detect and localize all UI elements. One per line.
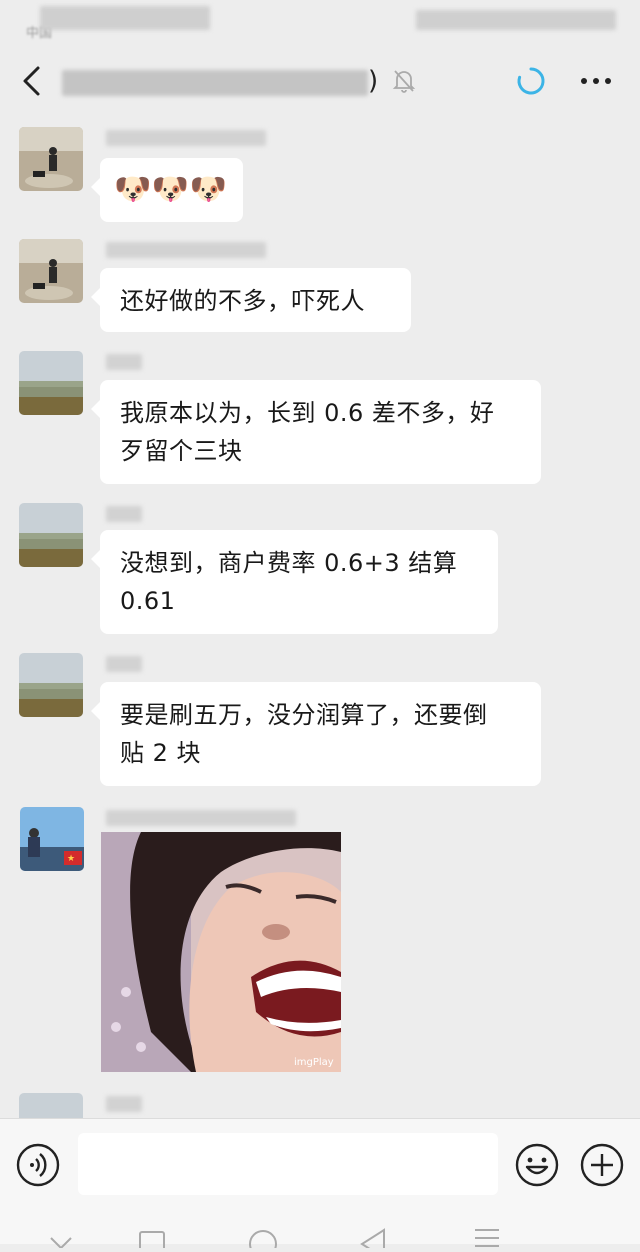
message-item: 还好做的不多，吓死人 — [0, 230, 640, 340]
nickname — [106, 354, 142, 370]
avatar[interactable] — [19, 127, 83, 191]
message-bubble[interactable]: 我原本以为，长到 0.6 差不多，好 歹留个三块 — [91, 380, 541, 484]
input-bar — [0, 1118, 640, 1205]
chat-title-suffix: ) — [368, 66, 379, 96]
message-line: 没想到，商户费率 0.6+3 结算 — [120, 549, 458, 577]
chevron-left-icon — [23, 66, 40, 96]
message-line: 我原本以为，长到 0.6 差不多，好 — [120, 399, 495, 427]
message-item — [0, 1084, 640, 1118]
message-text: 还好做的不多，吓死人 — [120, 287, 365, 315]
voice-button[interactable] — [16, 1143, 60, 1187]
message-bubble[interactable]: 🐶🐶🐶 — [91, 158, 243, 222]
more-dots-icon — [581, 78, 611, 84]
loading-spinner-icon[interactable] — [516, 66, 546, 96]
message-line: 要是刷五万，没分润算了，还要倒 — [120, 701, 488, 729]
nav-menu-button[interactable] — [472, 1224, 502, 1248]
nickname — [106, 506, 142, 522]
avatar[interactable] — [19, 503, 83, 567]
nav-back-button[interactable] — [358, 1224, 388, 1252]
circle-icon — [249, 1230, 277, 1252]
emoji-smile-icon — [515, 1143, 559, 1187]
chat-message-list[interactable]: 🐶🐶🐶 还好做的不多，吓死人 我原本以为，长到 0.6 差不多，好 歹留个三块 … — [0, 118, 640, 1118]
triangle-back-icon — [360, 1228, 385, 1252]
message-item: 我原本以为，长到 0.6 差不多，好 歹留个三块 — [0, 342, 640, 484]
nickname — [106, 656, 142, 672]
avatar[interactable] — [19, 653, 83, 717]
chat-header: ) — [0, 44, 640, 118]
nickname — [106, 130, 266, 146]
voice-icon — [16, 1143, 60, 1187]
status-blur-right — [416, 10, 616, 30]
message-bubble[interactable]: 还好做的不多，吓死人 — [91, 268, 411, 332]
chat-title — [62, 70, 368, 96]
emoji-text: 🐶 — [114, 172, 152, 207]
plus-icon — [580, 1143, 624, 1187]
message-line: 贴 2 块 — [120, 739, 202, 767]
message-bubble[interactable]: 没想到，商户费率 0.6+3 结算 0.61 — [91, 530, 498, 634]
nickname — [106, 810, 296, 826]
status-blur-left — [40, 6, 210, 30]
shared-image[interactable]: imgPlay — [101, 832, 341, 1072]
emoji-text: 🐶 — [189, 172, 228, 207]
avatar[interactable] — [19, 1093, 83, 1118]
nav-recent-button[interactable] — [137, 1224, 167, 1252]
message-item: ★ imgPlay — [0, 798, 640, 1078]
nickname — [106, 1096, 142, 1112]
message-line: 歹留个三块 — [120, 437, 243, 465]
image-watermark: imgPlay — [294, 1057, 334, 1068]
bell-off-icon — [392, 68, 416, 94]
message-bubble[interactable]: 要是刷五万，没分润算了，还要倒 贴 2 块 — [91, 682, 541, 786]
square-icon — [139, 1231, 165, 1252]
status-bar: 中国 — [0, 0, 640, 44]
message-item: 要是刷五万，没分润算了，还要倒 贴 2 块 — [0, 644, 640, 786]
nav-home-button[interactable] — [248, 1224, 278, 1252]
message-input[interactable] — [78, 1133, 498, 1195]
message-line: 0.61 — [120, 587, 176, 615]
emoji-button[interactable] — [515, 1143, 559, 1187]
menu-icon — [475, 1229, 499, 1247]
nickname — [106, 242, 266, 258]
more-button[interactable] — [576, 66, 616, 96]
avatar[interactable] — [19, 239, 83, 303]
emoji-text: 🐶 — [151, 172, 190, 207]
more-functions-button[interactable] — [580, 1143, 624, 1187]
back-button[interactable] — [14, 62, 50, 100]
svg-text:★: ★ — [67, 854, 75, 864]
avatar[interactable]: ★ — [20, 807, 84, 871]
close-icon — [50, 1237, 72, 1252]
avatar[interactable] — [19, 351, 83, 415]
message-item: 🐶🐶🐶 — [0, 118, 640, 228]
system-nav-bar — [0, 1204, 640, 1252]
message-item: 没想到，商户费率 0.6+3 结算 0.61 — [0, 494, 640, 636]
nav-close-button[interactable] — [46, 1224, 76, 1252]
